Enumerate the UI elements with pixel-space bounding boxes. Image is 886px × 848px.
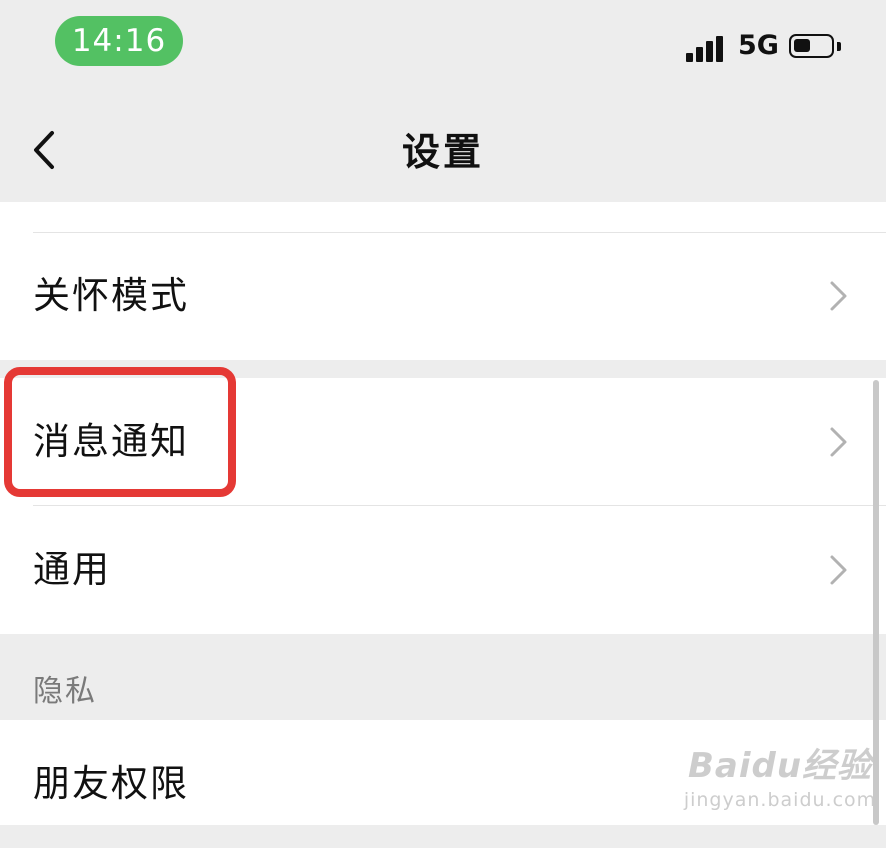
watermark-logo: Baidu经验 jingyan.baidu.com — [680, 738, 880, 818]
network-type: 5G — [738, 30, 779, 61]
settings-group-care: 关怀模式 — [0, 202, 886, 360]
settings-row-label: 朋友权限 — [33, 762, 189, 805]
section-header-privacy: 隐私 — [0, 634, 886, 720]
settings-row-label: 关怀模式 — [33, 274, 189, 317]
page-title: 设置 — [401, 130, 484, 174]
status-bar: 14:16 5G — [0, 0, 886, 95]
watermark-main: Baidu经验 — [687, 746, 873, 786]
settings-row-care-mode[interactable]: 关怀模式 — [0, 232, 886, 360]
settings-row-label: 通用 — [33, 548, 111, 591]
watermark-sub: jingyan.baidu.com — [683, 789, 877, 811]
battery-icon — [789, 34, 834, 58]
signal-strength-icon — [686, 36, 726, 62]
status-time: 14:16 — [55, 16, 183, 66]
settings-row-notifications[interactable]: 消息通知 — [0, 378, 886, 506]
settings-group-general: 消息通知 通用 — [0, 378, 886, 634]
battery-tip — [837, 42, 841, 51]
chevron-right-icon — [830, 281, 847, 311]
chevron-left-icon — [34, 131, 54, 169]
chevron-right-icon — [830, 427, 847, 457]
navigation-bar: 设置 — [0, 95, 886, 202]
back-button[interactable] — [24, 125, 68, 175]
settings-row-label: 消息通知 — [33, 420, 189, 463]
chevron-right-icon — [830, 555, 847, 585]
settings-list: 关怀模式 消息通知 通用 隐私 朋友权限 — [0, 202, 886, 825]
settings-row-general[interactable]: 通用 — [0, 506, 886, 634]
